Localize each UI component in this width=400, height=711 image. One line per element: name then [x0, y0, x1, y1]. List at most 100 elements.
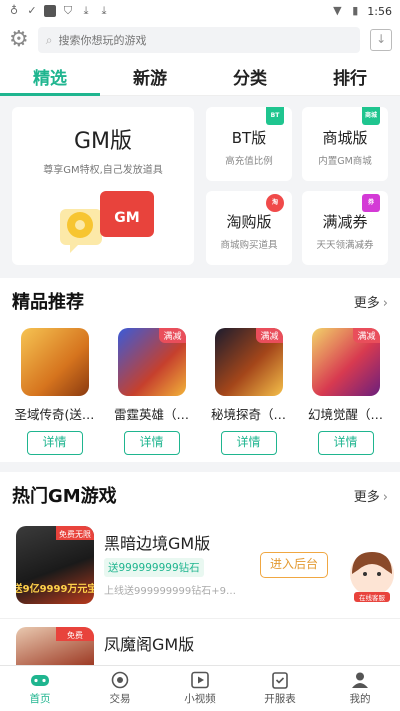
- bt-card-title: BT版: [231, 129, 267, 147]
- chevron-right-icon: ›: [382, 295, 388, 311]
- recommend-header: 精品推荐 更多 ›: [0, 278, 400, 324]
- detail-button[interactable]: 详情: [123, 431, 180, 455]
- trade-coin-icon: [111, 671, 129, 689]
- status-time: 1:56: [367, 4, 392, 18]
- nav-trade[interactable]: 交易: [80, 666, 160, 711]
- gm-toolkit-icon: GM: [60, 191, 154, 253]
- download-manager-icon[interactable]: ↓: [370, 29, 392, 51]
- game-name: 幻境觉醒（…: [307, 407, 383, 422]
- recommend-more-link[interactable]: 更多 ›: [354, 292, 388, 311]
- recommend-title: 精品推荐: [12, 292, 84, 313]
- game-icon[interactable]: 免费无限 送9亿9999万元宝: [16, 526, 94, 604]
- shield-icon: ⛉: [63, 4, 73, 17]
- game-name: 黑暗边境GM版: [104, 534, 211, 553]
- nav-mine[interactable]: 我的: [320, 666, 400, 711]
- mall-card-title: 商城版: [322, 129, 368, 147]
- list-item[interactable]: 满减 秘境探奇（… 详情: [200, 324, 297, 455]
- gm-version-card[interactable]: GM版 尊享GM特权,自己发放道具 GM: [12, 107, 194, 265]
- gift-tag: 送999999999钻石: [104, 558, 204, 577]
- table-row[interactable]: 免费 凤魔阁GM版: [0, 618, 400, 665]
- game-icon[interactable]: [20, 328, 89, 396]
- main-tabs: 精选 新游 分类 排行: [0, 58, 400, 96]
- nav-video-label: 小视频: [184, 693, 216, 705]
- detail-button[interactable]: 详情: [220, 431, 277, 455]
- game-name: 雷霆英雄（…: [113, 407, 189, 422]
- game-icon[interactable]: 满减: [117, 328, 186, 396]
- taobuy-badge-icon: 淘: [266, 194, 284, 212]
- coupon-card-title: 满减券: [322, 213, 368, 231]
- detail-button[interactable]: 详情: [26, 431, 83, 455]
- crown-coupon-icon: 券: [362, 194, 380, 212]
- detail-button[interactable]: 详情: [317, 431, 374, 455]
- tab-ranking[interactable]: 排行: [300, 58, 400, 95]
- list-item[interactable]: 圣域传奇(送… 详情: [6, 324, 103, 455]
- nav-mine-label: 我的: [349, 693, 371, 705]
- game-name: 圣域传奇(送…: [14, 407, 95, 422]
- feature-area: GM版 尊享GM特权,自己发放道具 GM BT BT版 高充值比例 商城 商城版…: [0, 96, 400, 274]
- top-bar: ⚙ ⌕ ↓: [0, 22, 400, 58]
- game-icon[interactable]: 免费: [16, 627, 94, 665]
- game-icon[interactable]: 满减: [214, 328, 283, 396]
- taobuy-card-title: 淘购版: [226, 213, 272, 231]
- wifi-icon: ▼: [333, 4, 342, 17]
- tab-featured[interactable]: 精选: [0, 58, 100, 96]
- nav-server-label: 开服表: [264, 693, 296, 705]
- bt-version-card[interactable]: BT BT版 高充值比例: [206, 107, 292, 181]
- nav-home-label: 首页: [29, 693, 51, 705]
- gm-card-subtitle: 尊享GM特权,自己发放道具: [43, 165, 163, 176]
- recommend-list: 圣域传奇(送… 详情 满减 雷霆英雄（… 详情 满减 秘境探奇（… 详情 满减 …: [0, 324, 400, 455]
- download-icon-2: ⤓: [101, 4, 107, 17]
- nav-server-list[interactable]: 开服表: [240, 666, 320, 711]
- hot-header: 热门GM游戏 更多 ›: [0, 472, 400, 518]
- discount-badge: 满减: [353, 328, 380, 343]
- table-row[interactable]: 免费无限 送9亿9999万元宝 黑暗边境GM版 送999999999钻石 上线送…: [0, 518, 400, 618]
- discount-badge: 满减: [256, 328, 283, 343]
- search-icon: ⌕: [45, 32, 53, 47]
- check-icon: ✓: [27, 4, 37, 17]
- search-input[interactable]: [58, 33, 353, 47]
- svg-text:免费无限: 免费无限: [59, 529, 91, 539]
- user-icon: [352, 672, 368, 688]
- bottom-navigation: 首页 交易 小视频 开服表 我的: [0, 665, 400, 711]
- hot-title: 热门GM游戏: [12, 486, 117, 507]
- svg-text:免费: 免费: [67, 630, 83, 640]
- bt-badge-icon: BT: [266, 107, 284, 125]
- list-item[interactable]: 满减 雷霆英雄（… 详情: [103, 324, 200, 455]
- bt-card-subtitle: 高充值比例: [225, 156, 273, 167]
- mall-version-card[interactable]: 商城 商城版 内置GM商城: [302, 107, 388, 181]
- gm-card-title: GM版: [73, 129, 133, 154]
- svg-text:送9亿9999万元宝: 送9亿9999万元宝: [16, 582, 94, 595]
- taobuy-card-subtitle: 商城购买道具: [220, 240, 278, 251]
- recommend-section: 精品推荐 更多 › 圣域传奇(送… 详情 满减 雷霆英雄（… 详情 满减 秘境探奇…: [0, 278, 400, 462]
- hot-more-link[interactable]: 更多 ›: [354, 486, 388, 505]
- mall-badge-icon: 商城: [362, 107, 380, 125]
- coupon-card-subtitle: 天天领满减券: [316, 240, 374, 251]
- game-name: 秘境探奇（…: [210, 407, 286, 422]
- play-icon: [191, 671, 209, 689]
- notification-app-icon: ♁: [9, 4, 19, 17]
- settings-gear-icon[interactable]: ⚙: [8, 29, 30, 51]
- svg-text:在线客服: 在线客服: [359, 593, 386, 602]
- taobuy-version-card[interactable]: 淘 淘购版 商城购买道具: [206, 191, 292, 265]
- status-bar: ♁ ✓ ⛉ ⤓ ⤓ ▼ ▮ 1:56: [0, 0, 400, 22]
- clipboard-icon: [272, 672, 288, 689]
- game-description: 上线送999999999钻石+9…: [104, 586, 237, 597]
- coupon-card[interactable]: 券 满减券 天天领满减券: [302, 191, 388, 265]
- battery-icon: ▮: [352, 4, 359, 17]
- tab-categories[interactable]: 分类: [200, 58, 300, 95]
- discount-badge: 满减: [159, 328, 186, 343]
- nav-video[interactable]: 小视频: [160, 666, 240, 711]
- app-square-icon: [44, 5, 56, 17]
- svg-text:GM: GM: [114, 210, 139, 226]
- enter-backend-button[interactable]: 进入后台: [260, 552, 328, 578]
- list-item[interactable]: 满减 幻境觉醒（… 详情: [297, 324, 394, 455]
- gamepad-icon: [31, 675, 49, 686]
- search-box[interactable]: ⌕: [37, 27, 361, 53]
- tab-new-games[interactable]: 新游: [100, 58, 200, 95]
- customer-service-avatar[interactable]: 在线客服: [346, 550, 398, 602]
- game-name: 凤魔阁GM版: [104, 635, 195, 654]
- game-icon[interactable]: 满减: [311, 328, 380, 396]
- download-icon: ⤓: [83, 4, 89, 17]
- mall-card-subtitle: 内置GM商城: [318, 156, 372, 167]
- nav-home[interactable]: 首页: [0, 666, 80, 711]
